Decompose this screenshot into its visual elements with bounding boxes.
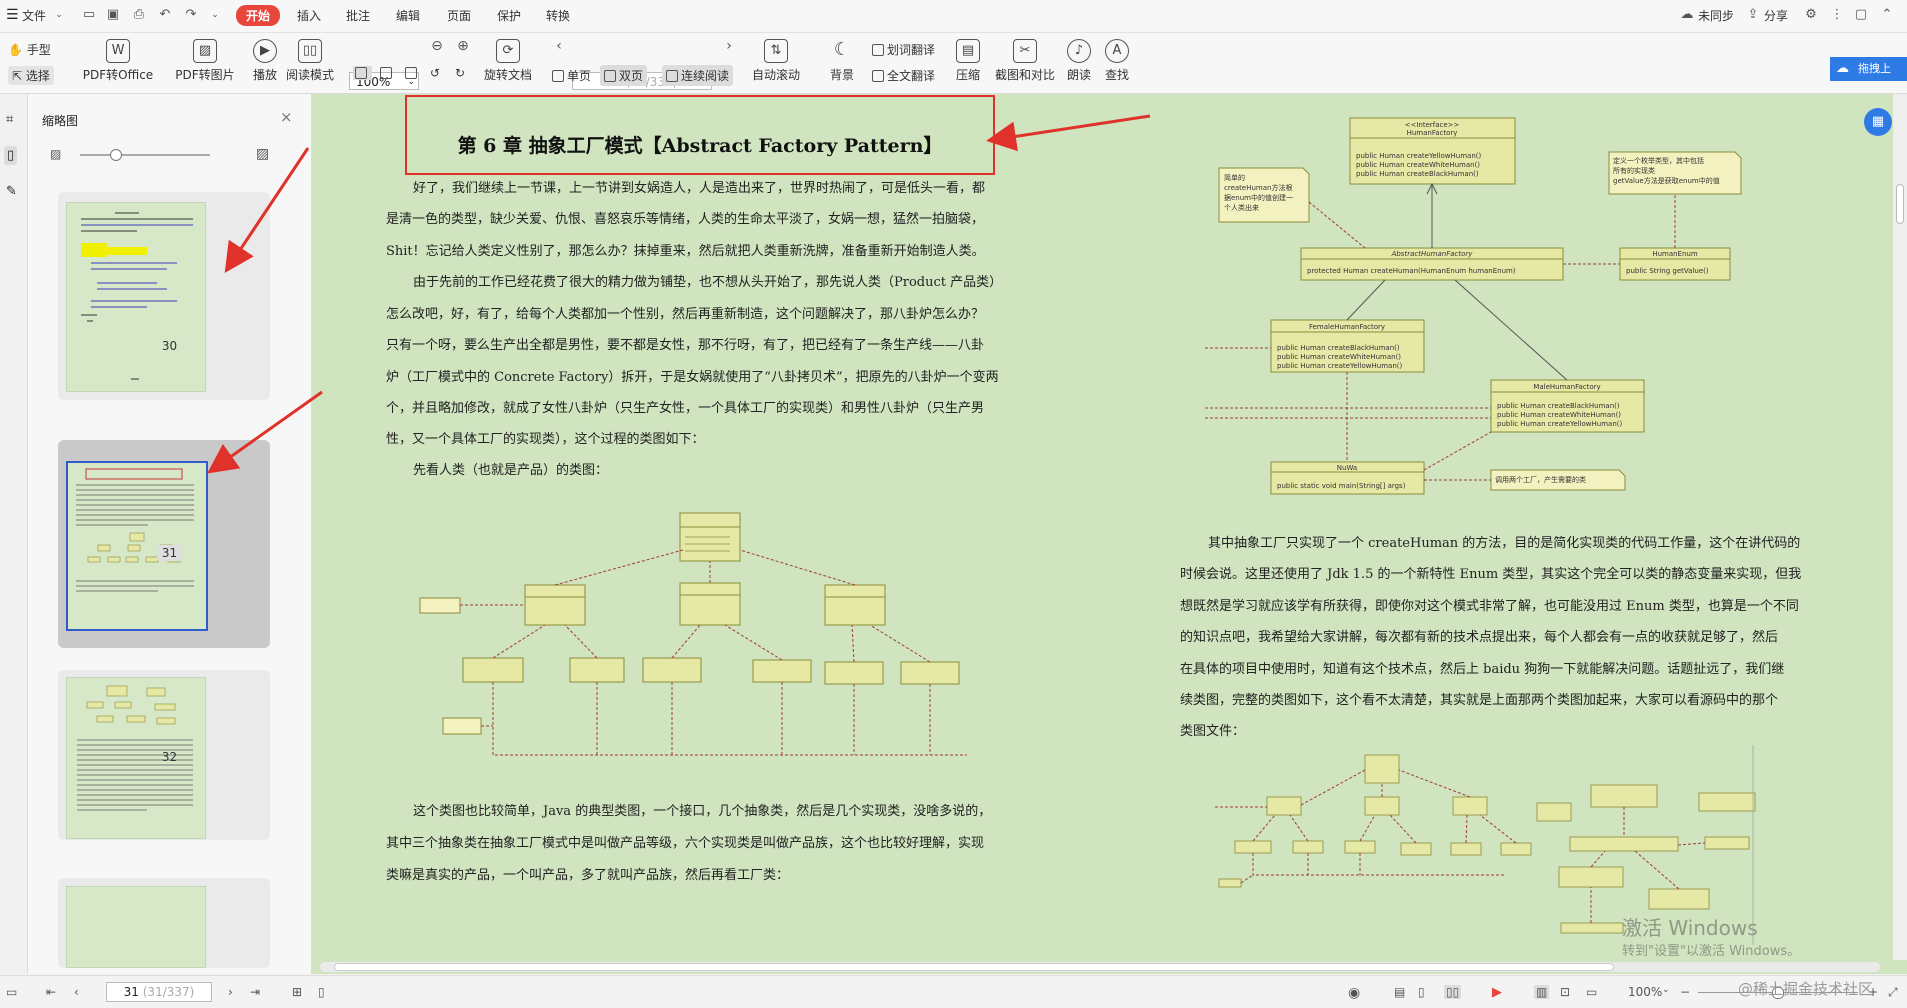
paragraph-line: 想既然是学习就应该学有所获得，即使你对这个模式非常了解，也可能没用过 Enum …	[1180, 599, 1799, 614]
interface-method: public Human createYellowHuman()	[1356, 152, 1482, 160]
page-view-icon[interactable]: ▯	[1418, 985, 1425, 999]
zoom-out-icon[interactable]: −	[1680, 985, 1690, 999]
interface-method: public Human createBlackHuman()	[1356, 170, 1479, 178]
paragraph-line: 好了，我们继续上一节课，上一节讲到女娲造人，人是造出来了，世界时热闹了，可是低头…	[413, 181, 986, 196]
horizontal-scroll-thumb[interactable]	[334, 963, 1614, 971]
windows-activation-title: 激活 Windows	[1622, 916, 1758, 940]
paragraph-line: 是清一色的类型，缺少关爱、仇恨、喜怒哀乐等情绪，人类的生命太平淡了，女娲一想，猛…	[386, 212, 985, 227]
sidebar-toggle-icon[interactable]: ▭	[6, 985, 17, 999]
paragraph-line: 个，并且略加修改，就成了女性八卦炉（只生产女性，一个具体工厂的实现类）和男性八卦…	[386, 401, 985, 416]
paragraph-line: 时候会说。这里还使用了 Jdk 1.5 的一个新特性 Enum 类型，其实这个完…	[1180, 567, 1802, 582]
note-bottom: 调用两个工厂，产生需要的类	[1495, 475, 1586, 484]
male-factory-method: public Human createBlackHuman()	[1497, 402, 1620, 410]
note-left-line: 个人类出来	[1224, 203, 1259, 212]
male-factory-method: public Human createYellowHuman()	[1497, 420, 1623, 428]
factory-class-diagram: <<Interface>> HumanFactory public Human …	[1205, 117, 1742, 495]
note-right-line: 所有的实现类	[1613, 166, 1655, 175]
paragraph-line: 其中三个抽象类在抽象工厂模式中是叫做产品等级，六个实现类是叫做产品族，这个也比较…	[386, 836, 985, 851]
abstract-factory-method: protected Human createHuman(HumanEnum hu…	[1307, 267, 1516, 275]
insert-page-icon[interactable]: ⊞	[292, 985, 302, 999]
paragraph-line: 其中抽象工厂只实现了一个 createHuman 的方法，目的是简化实现类的代码…	[1208, 536, 1801, 551]
page-icon[interactable]: ▯	[318, 985, 325, 999]
human-class-diagram	[419, 512, 967, 756]
female-factory-method: public Human createBlackHuman()	[1277, 344, 1400, 352]
site-watermark: @稀土掘金技术社区	[1738, 980, 1874, 998]
note-right-line: 定义一个枚举类型，其中包括	[1613, 156, 1704, 165]
male-factory-method: public Human createWhiteHuman()	[1497, 411, 1621, 419]
abstract-factory-name: AbstractHumanFactory	[1391, 250, 1474, 258]
actual-size-icon[interactable]: ▭	[1586, 985, 1597, 999]
next-page-icon[interactable]: ›	[228, 985, 233, 999]
arrow-to-thumbnail-30	[224, 147, 310, 273]
paragraph-line: 怎么改吧，好，有了，给每个人类都加一个性别，然后再重新制造，这个问题解决了，那八…	[386, 307, 985, 322]
prev-page-icon[interactable]: ‹	[74, 985, 79, 999]
paragraph-line: 这个类图也比较简单，Java 的典型类图，一个接口，几个抽象类，然后是几个实现类…	[413, 804, 992, 819]
nuwa-name: NuWa	[1337, 464, 1357, 472]
single-view-icon[interactable]: ▤	[1394, 985, 1405, 999]
floating-tool-button[interactable]: ▦	[1864, 108, 1892, 136]
note-right-line: getValue方法是获取enum中的值	[1613, 176, 1720, 185]
fullscreen-icon[interactable]: ⤢	[1888, 985, 1898, 1000]
enum-name: HumanEnum	[1652, 250, 1698, 258]
female-factory-name: FemaleHumanFactory	[1309, 323, 1385, 331]
note-left-line: 据enum中的值创建一	[1224, 193, 1293, 202]
arrow-to-chapter-title	[986, 114, 1151, 152]
first-page-icon[interactable]: ⇤	[46, 985, 56, 999]
paragraph-line: 类图文件：	[1180, 724, 1246, 739]
paragraph-line: Shit！忘记给人类定义性别了，那怎么办？抹掉重来，然后就把人类重新洗牌，准备重…	[386, 244, 985, 259]
eye-protection-icon[interactable]: ◉	[1348, 985, 1360, 1001]
male-factory-name: MaleHumanFactory	[1533, 383, 1600, 391]
interface-stereotype: <<Interface>>	[1405, 121, 1460, 129]
paragraph-line: 由于先前的工作已经花费了很大的精力做为铺垫，也不想从头开始了，那先说人类（Pro…	[413, 275, 1003, 290]
vertical-scroll-thumb[interactable]	[1896, 184, 1904, 224]
paragraph-line: 性，又一个具体工厂的实现类），这个过程的类图如下：	[386, 432, 705, 447]
interface-name: HumanFactory	[1407, 129, 1458, 137]
last-page-icon[interactable]: ⇥	[250, 985, 260, 999]
female-factory-method: public Human createYellowHuman()	[1277, 362, 1403, 370]
enum-method: public String getValue()	[1626, 267, 1709, 275]
paragraph-line: 先看人类（也就是产品）的类图：	[413, 463, 609, 478]
status-page-input[interactable]: 31 (31/337)	[106, 982, 212, 1002]
arrow-to-thumbnail-31	[207, 390, 323, 474]
double-view-icon[interactable]: ▯▯	[1444, 985, 1462, 999]
status-bar: ▭ ⇤ ‹ 31 (31/337) › ⇥ ⊞ ▯ ◉ ▤ ▯ ▯▯ ▶ ▥ ⊡…	[0, 975, 1907, 1008]
windows-activation-subtitle: 转到"设置"以激活 Windows。	[1622, 944, 1801, 959]
zoom-dropdown-icon[interactable]: ⌄	[1662, 985, 1670, 995]
paragraph-line: 在具体的项目中使用时，知道有这个技术点，然后上 baidu 狗狗一下就能解决问题…	[1180, 662, 1785, 677]
zoom-level[interactable]: 100%	[1628, 985, 1662, 999]
paragraph-line: 续类图，完整的类图如下，这个看不太清楚，其实就是上面那两个类图加起来，大家可以看…	[1180, 693, 1779, 708]
paragraph-line: 炉（工厂模式中的 Concrete Factory）拆开，于是女娲就使用了“八卦…	[386, 370, 999, 385]
horizontal-scrollbar[interactable]	[320, 962, 1880, 972]
nuwa-method: public static void main(String[] args)	[1277, 482, 1406, 490]
paragraph-line: 类嘛是真实的产品，一个叫产品，多了就叫产品族，然后再看工厂类：	[386, 868, 790, 883]
paragraph-line: 只有一个呀，要么生产出全都是男性，要不都是女性，那不行呀，有了，把已经有了一条生…	[386, 338, 985, 353]
vertical-scrollbar[interactable]	[1893, 94, 1907, 960]
play-icon[interactable]: ▶	[1492, 985, 1502, 1000]
fit-width-icon[interactable]: ▥	[1534, 985, 1550, 999]
paragraph-line: 的知识点吧，我希望给大家讲解，每次都有新的技术点提出来，每个人都会有一点的收获就…	[1180, 630, 1779, 645]
note-left-line: createHuman方法根	[1224, 183, 1292, 192]
fit-page-icon[interactable]: ⊡	[1560, 985, 1570, 999]
note-left-line: 简单的	[1224, 173, 1245, 182]
interface-method: public Human createWhiteHuman()	[1356, 161, 1480, 169]
female-factory-method: public Human createWhiteHuman()	[1277, 353, 1401, 361]
